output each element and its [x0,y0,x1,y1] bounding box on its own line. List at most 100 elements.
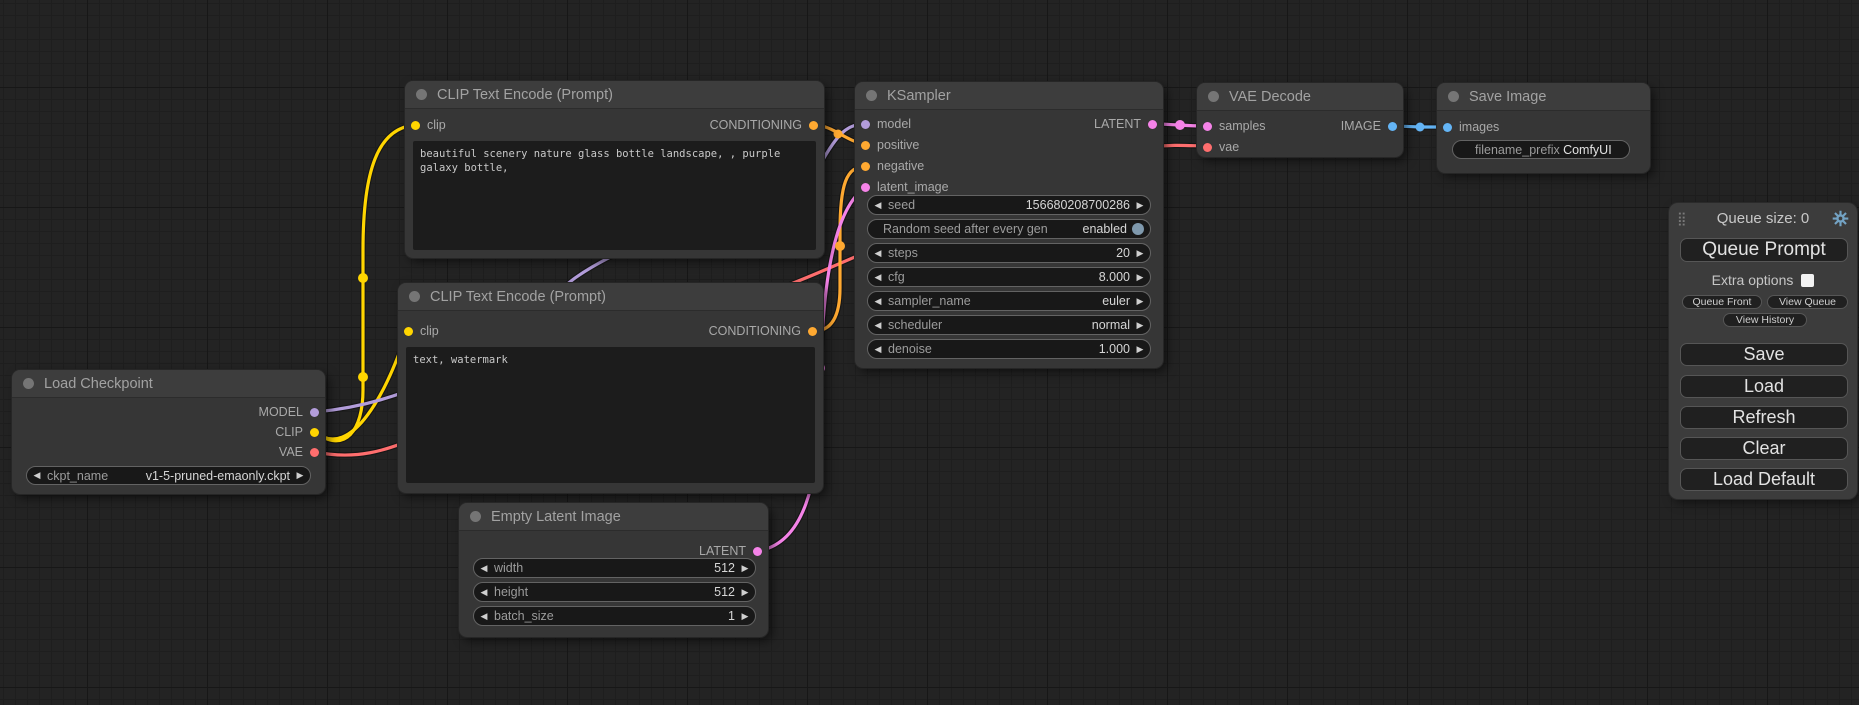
input-slot-clip[interactable]: clip [404,324,439,338]
input-slot-samples[interactable]: samples [1203,119,1266,133]
refresh-button[interactable]: Refresh [1680,406,1848,429]
width-widget[interactable]: ◀ width 512 ▶ [473,558,756,578]
node-empty-latent-image[interactable]: Empty Latent Image LATENT ◀ width 512 ▶ … [459,503,768,637]
conditioning-slot-dot-icon[interactable] [808,327,817,336]
node-clip-text-encode-negative[interactable]: CLIP Text Encode (Prompt) clip CONDITION… [398,283,823,493]
decrement-arrow-icon[interactable]: ◀ [868,321,888,330]
widget-value[interactable]: ComfyUI [1560,143,1615,157]
output-slot-conditioning[interactable]: CONDITIONING [710,118,818,132]
widget-value[interactable]: 512 [714,585,735,599]
increment-arrow-icon[interactable]: ▶ [1130,249,1150,258]
prompt-textarea[interactable]: text, watermark [406,347,815,483]
cfg-widget[interactable]: ◀ cfg 8.000 ▶ [867,267,1151,287]
node-title-bar[interactable]: Save Image [1437,83,1650,111]
increment-arrow-icon[interactable]: ▶ [1130,321,1150,330]
conditioning-slot-dot-icon[interactable] [861,162,870,171]
input-slot-negative[interactable]: negative [861,159,924,173]
widget-value[interactable]: v1-5-pruned-emaonly.ckpt [146,469,290,483]
vae-slot-dot-icon[interactable] [310,448,319,457]
latent-slot-dot-icon[interactable] [753,547,762,556]
decrement-arrow-icon[interactable]: ◀ [27,471,47,480]
latent-slot-dot-icon[interactable] [861,183,870,192]
denoise-widget[interactable]: ◀ denoise 1.000 ▶ [867,339,1151,359]
load-default-button[interactable]: Load Default [1680,468,1848,491]
increment-arrow-icon[interactable]: ▶ [1130,297,1150,306]
decrement-arrow-icon[interactable]: ◀ [474,612,494,621]
load-button[interactable]: Load [1680,375,1848,398]
decrement-arrow-icon[interactable]: ◀ [868,297,888,306]
clear-button[interactable]: Clear [1680,437,1848,460]
clip-slot-dot-icon[interactable] [411,121,420,130]
widget-value[interactable]: 20 [1116,246,1130,260]
widget-value[interactable]: 1.000 [1099,342,1130,356]
toggle-dot-icon[interactable] [1132,223,1144,235]
view-queue-button[interactable]: View Queue [1767,295,1848,309]
queue-front-button[interactable]: Queue Front [1682,295,1762,309]
node-ksampler[interactable]: KSampler model positive negative latent_… [855,82,1163,368]
extra-options-checkbox[interactable] [1801,274,1814,287]
collapse-dot-icon[interactable] [23,378,34,389]
increment-arrow-icon[interactable]: ▶ [735,564,755,573]
clip-slot-dot-icon[interactable] [310,428,319,437]
node-title-bar[interactable]: VAE Decode [1197,83,1403,111]
steps-widget[interactable]: ◀ steps 20 ▶ [867,243,1151,263]
model-slot-dot-icon[interactable] [861,120,870,129]
increment-arrow-icon[interactable]: ▶ [1130,345,1150,354]
increment-arrow-icon[interactable]: ▶ [735,588,755,597]
settings-gear-icon[interactable] [1832,210,1849,227]
seed-widget[interactable]: ◀ seed 156680208700286 ▶ [867,195,1151,215]
collapse-dot-icon[interactable] [1208,91,1219,102]
sampler-name-widget[interactable]: ◀ sampler_name euler ▶ [867,291,1151,311]
filename-prefix-widget[interactable]: filename_prefix ComfyUI [1452,140,1630,159]
output-slot-vae[interactable]: VAE [279,445,319,459]
prompt-textarea[interactable]: beautiful scenery nature glass bottle la… [413,141,816,250]
widget-value[interactable]: normal [1092,318,1130,332]
input-slot-images[interactable]: images [1443,120,1499,134]
collapse-dot-icon[interactable] [416,89,427,100]
latent-slot-dot-icon[interactable] [1203,122,1212,131]
node-title-bar[interactable]: CLIP Text Encode (Prompt) [398,283,823,311]
view-history-button[interactable]: View History [1723,313,1807,327]
comfyui-canvas[interactable]: { "colors": { "model": "#B39DDB", "clip"… [0,0,1859,705]
conditioning-slot-dot-icon[interactable] [861,141,870,150]
random-seed-toggle-widget[interactable]: Random seed after every gen enabled [867,219,1151,239]
node-vae-decode[interactable]: VAE Decode samples vae IMAGE [1197,83,1403,157]
ckpt-name-widget[interactable]: ◀ ckpt_name v1-5-pruned-emaonly.ckpt ▶ [26,466,311,485]
output-slot-latent[interactable]: LATENT [699,544,762,558]
widget-value[interactable]: 156680208700286 [1026,198,1130,212]
conditioning-slot-dot-icon[interactable] [809,121,818,130]
widget-value[interactable]: euler [1102,294,1130,308]
queue-prompt-button[interactable]: Queue Prompt [1680,238,1848,262]
widget-value[interactable]: 1 [728,609,735,623]
collapse-dot-icon[interactable] [470,511,481,522]
decrement-arrow-icon[interactable]: ◀ [474,588,494,597]
scheduler-widget[interactable]: ◀ scheduler normal ▶ [867,315,1151,335]
image-slot-dot-icon[interactable] [1443,123,1452,132]
batch-size-widget[interactable]: ◀ batch_size 1 ▶ [473,606,756,626]
output-slot-conditioning[interactable]: CONDITIONING [709,324,817,338]
increment-arrow-icon[interactable]: ▶ [1130,273,1150,282]
output-slot-latent[interactable]: LATENT [1094,117,1157,131]
increment-arrow-icon[interactable]: ▶ [735,612,755,621]
vae-slot-dot-icon[interactable] [1203,143,1212,152]
output-slot-clip[interactable]: CLIP [275,425,319,439]
node-save-image[interactable]: Save Image images filename_prefix ComfyU… [1437,83,1650,173]
decrement-arrow-icon[interactable]: ◀ [868,249,888,258]
increment-arrow-icon[interactable]: ▶ [290,471,310,480]
output-slot-model[interactable]: MODEL [259,405,319,419]
queue-menu-panel[interactable]: ⣿ Queue size: 0 Queue Prompt Extra optio… [1669,203,1857,499]
node-title-bar[interactable]: KSampler [855,82,1163,110]
widget-value[interactable]: 8.000 [1099,270,1130,284]
collapse-dot-icon[interactable] [409,291,420,302]
decrement-arrow-icon[interactable]: ◀ [868,273,888,282]
node-title-bar[interactable]: Empty Latent Image [459,503,768,531]
image-slot-dot-icon[interactable] [1388,122,1397,131]
input-slot-model[interactable]: model [861,117,911,131]
latent-slot-dot-icon[interactable] [1148,120,1157,129]
decrement-arrow-icon[interactable]: ◀ [474,564,494,573]
input-slot-vae[interactable]: vae [1203,140,1239,154]
collapse-dot-icon[interactable] [866,90,877,101]
model-slot-dot-icon[interactable] [310,408,319,417]
clip-slot-dot-icon[interactable] [404,327,413,336]
node-title-bar[interactable]: CLIP Text Encode (Prompt) [405,81,824,109]
